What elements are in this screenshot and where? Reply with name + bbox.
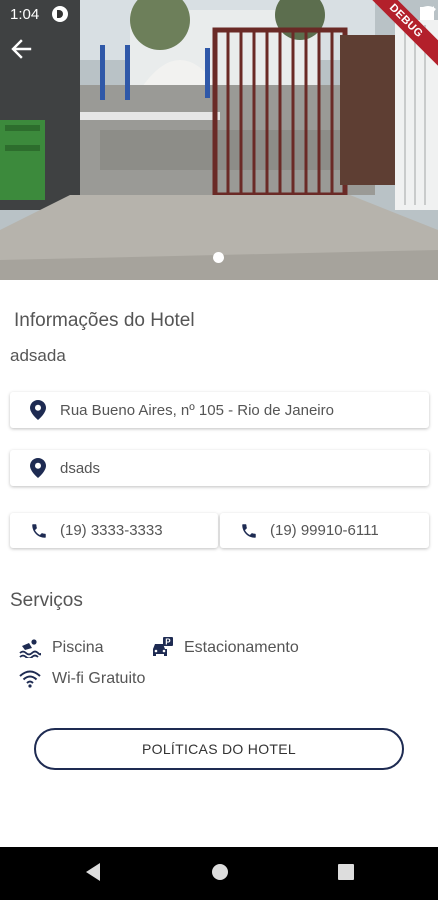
nav-recents-icon[interactable] (337, 862, 355, 882)
service-wifi: Wi-fi Gratuito (18, 668, 145, 690)
arrow-back-icon (11, 39, 32, 59)
service-label: Estacionamento (184, 639, 299, 656)
phone-text-1: (19) 3333-3333 (60, 522, 163, 539)
system-navigation-bar (0, 847, 438, 900)
phone-icon (30, 522, 48, 540)
service-label: Piscina (52, 639, 104, 656)
hotel-name: adsada (10, 346, 66, 365)
hotel-photo: 1:04 DEBUG (0, 0, 438, 280)
wifi-icon (18, 668, 42, 690)
nav-home-icon[interactable] (210, 862, 230, 882)
battery-icon (420, 7, 428, 20)
service-label: Wi-fi Gratuito (52, 670, 146, 687)
location-pin-icon (30, 458, 48, 478)
svg-text:P: P (165, 638, 171, 647)
carousel-indicator[interactable] (213, 252, 224, 263)
parking-icon: P (150, 637, 174, 659)
back-button[interactable] (10, 38, 44, 72)
phone-card-1[interactable]: (19) 3333-3333 (10, 513, 218, 548)
location-pin-icon (30, 400, 48, 420)
status-bar: 1:04 (0, 0, 438, 30)
service-pool: Piscina (18, 637, 104, 659)
section-title: Informações do Hotel (14, 310, 195, 331)
pool-icon (18, 637, 42, 659)
location-text: dsads (60, 459, 101, 477)
services-title: Serviços (10, 590, 83, 611)
app-notification-icon (52, 6, 68, 22)
phone-text-2: (19) 99910-6111 (270, 522, 379, 539)
phone-icon (240, 522, 258, 540)
hotel-policies-button[interactable]: POLÍTICAS DO HOTEL (34, 728, 404, 770)
status-time: 1:04 (10, 6, 40, 23)
address-text: Rua Bueno Aires, nº 105 - Rio de Janeiro (60, 401, 334, 419)
address-card[interactable]: Rua Bueno Aires, nº 105 - Rio de Janeiro (10, 392, 429, 428)
location-card[interactable]: dsads (10, 450, 429, 486)
nav-back-icon[interactable] (84, 862, 102, 882)
service-parking: P Estacionamento (150, 637, 299, 659)
phone-card-2[interactable]: (19) 99910-6111 (220, 513, 429, 548)
